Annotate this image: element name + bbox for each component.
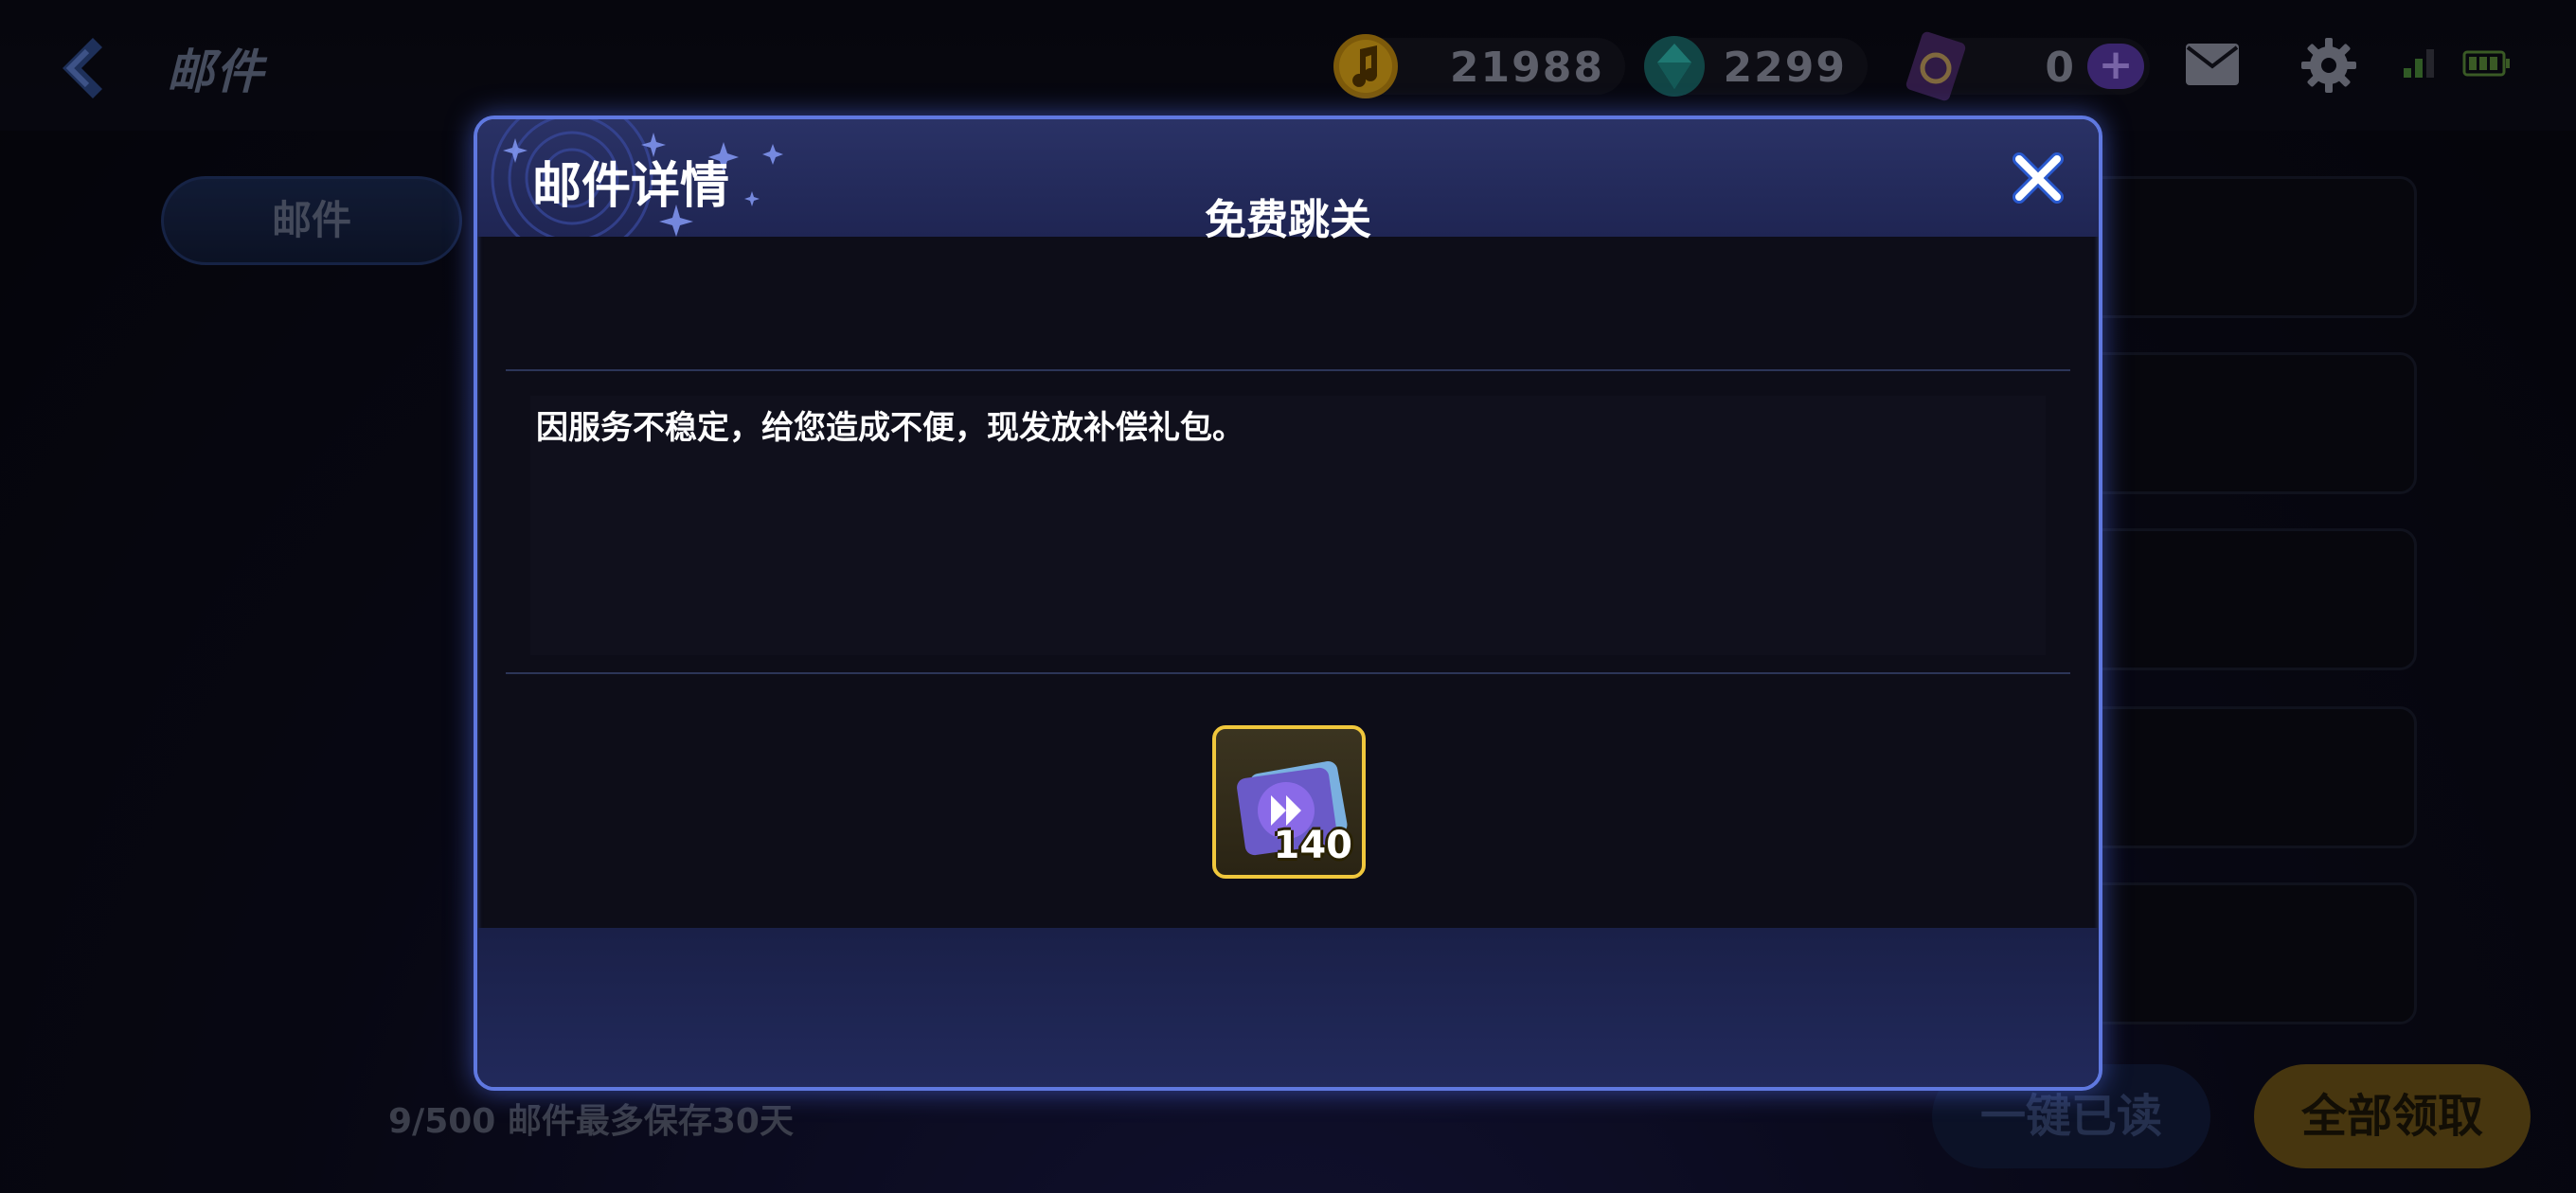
mail-detail-modal: 邮件详情 免费跳关 因服务不稳定，给您造成不便，现发放补偿礼包。 140 [474,116,2102,1091]
reward-count: 140 [1273,824,1353,867]
mail-content-text: 因服务不稳定，给您造成不便，现发放补偿礼包。 [536,409,1244,447]
mail-subject: 免费跳关 [1205,196,1371,244]
modal-footer [477,928,2099,1087]
divider [506,672,2070,674]
reward-item[interactable]: 140 [1212,725,1366,879]
divider [506,369,2070,371]
